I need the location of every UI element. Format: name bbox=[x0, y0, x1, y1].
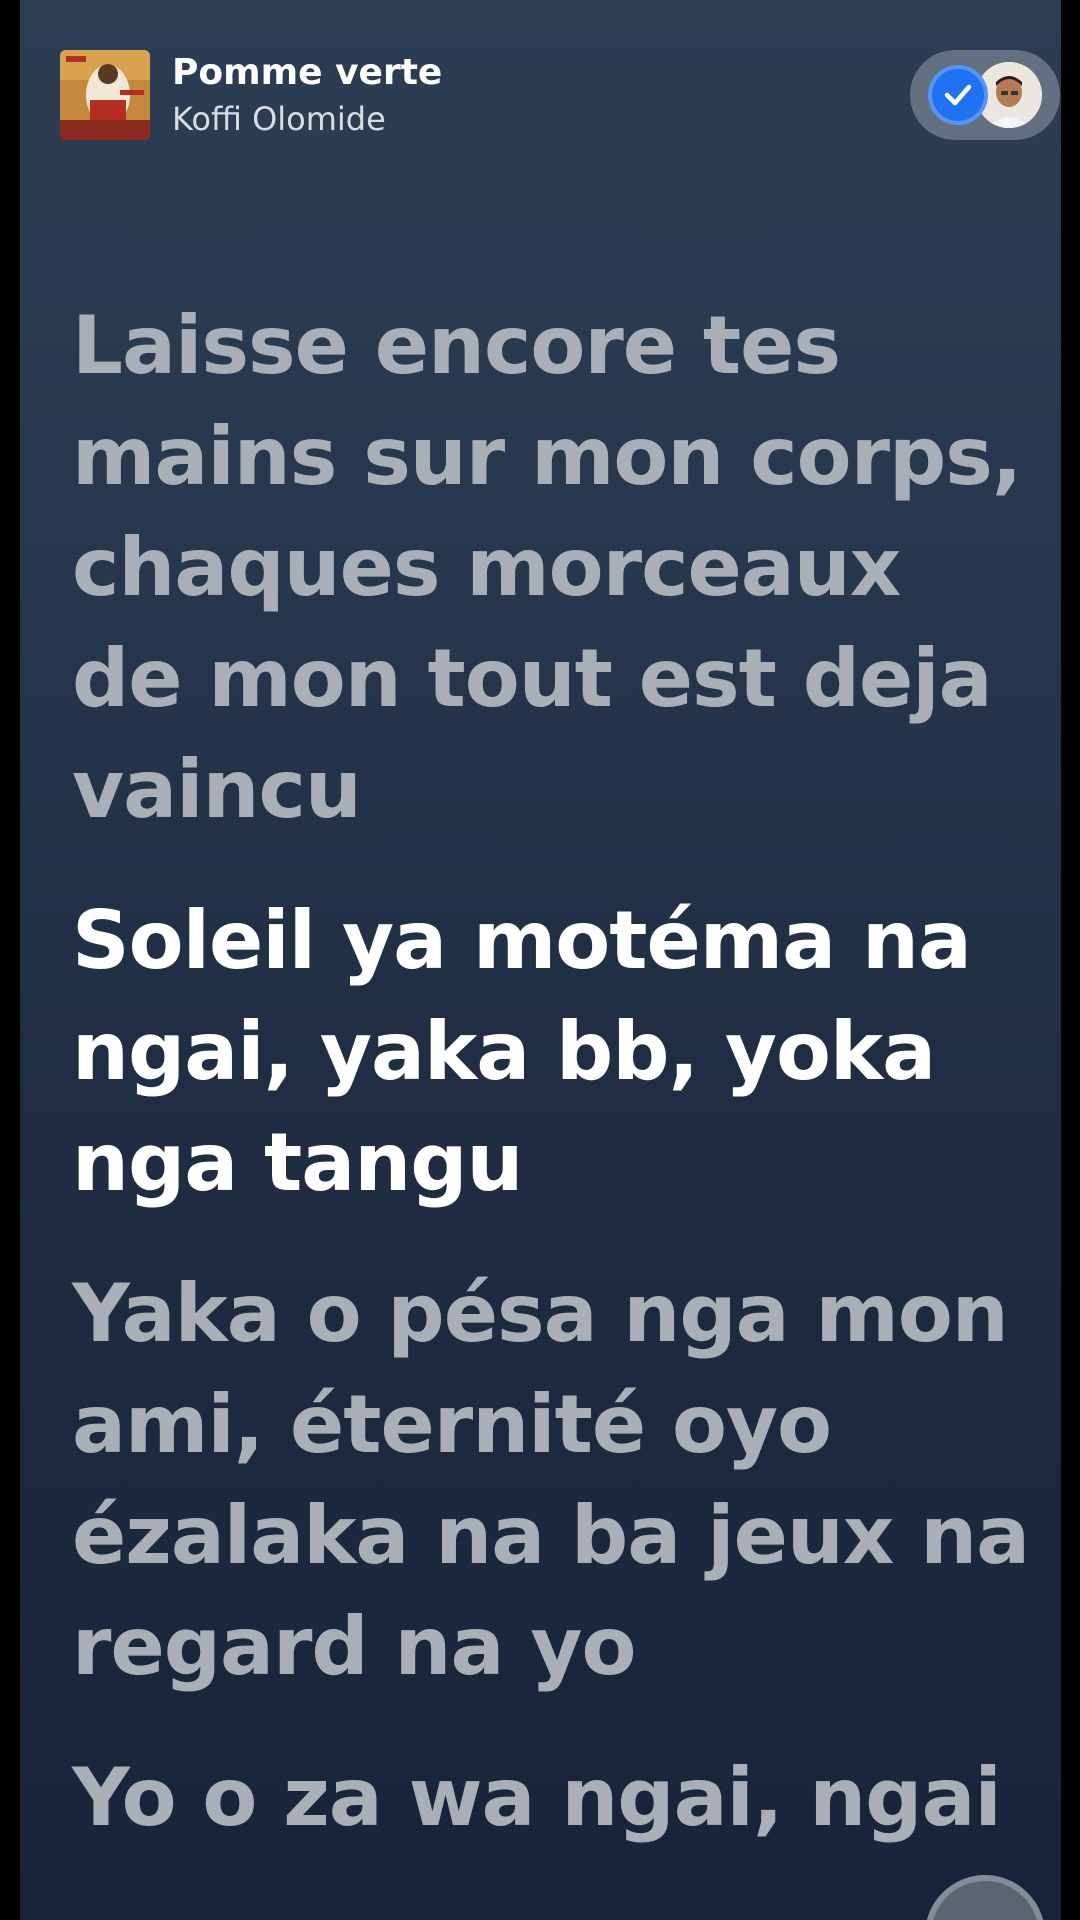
lyric-line[interactable]: Laisse encore tes mains sur mon corps, c… bbox=[72, 290, 1032, 845]
screen: Pomme verte Koffi Olomide Laisse encore … bbox=[0, 0, 1080, 1920]
session-participants-button[interactable] bbox=[910, 50, 1060, 140]
track-artist[interactable]: Koffi Olomide bbox=[172, 100, 386, 138]
lyrics-list: Laisse encore tes mains sur mon corps, c… bbox=[72, 290, 1032, 1853]
track-title[interactable]: Pomme verte bbox=[172, 52, 442, 93]
scroll-handle[interactable] bbox=[925, 1875, 1045, 1920]
now-playing-header: Pomme verte Koffi Olomide bbox=[60, 50, 1060, 150]
album-art[interactable] bbox=[60, 50, 150, 140]
lyric-line[interactable]: Yaka o pésa nga mon ami, éternité oyo éz… bbox=[72, 1258, 1032, 1702]
lyric-line-active[interactable]: Soleil ya motéma na ngai, yaka bb, yoka … bbox=[72, 885, 1032, 1218]
lyric-line[interactable]: Yo o za wa ngai, ngai bbox=[72, 1742, 1032, 1853]
album-art-image bbox=[60, 50, 150, 140]
check-icon bbox=[928, 65, 988, 125]
lyrics-panel: Pomme verte Koffi Olomide Laisse encore … bbox=[20, 0, 1061, 1920]
